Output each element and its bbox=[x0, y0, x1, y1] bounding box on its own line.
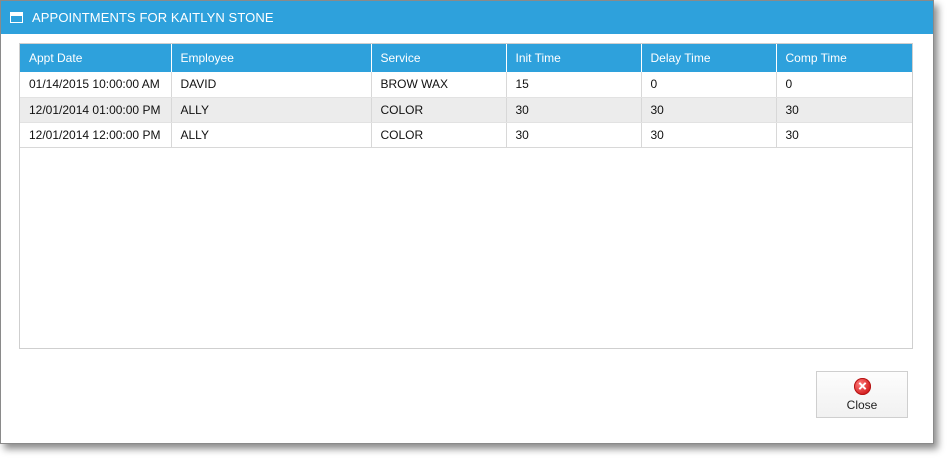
table-row[interactable]: 12/01/2014 01:00:00 PM ALLY COLOR 30 30 … bbox=[20, 97, 912, 123]
dialog-titlebar: APPOINTMENTS FOR KAITLYN STONE bbox=[1, 1, 933, 34]
column-header-employee[interactable]: Employee bbox=[171, 44, 372, 72]
table-row[interactable]: 01/14/2015 10:00:00 AM DAVID BROW WAX 15… bbox=[20, 72, 912, 98]
table-header-row: Appt Date Employee Service Init Time Del… bbox=[20, 44, 912, 72]
cell-init-time: 30 bbox=[506, 97, 642, 123]
appointments-grid: Appt Date Employee Service Init Time Del… bbox=[19, 43, 913, 349]
close-button[interactable]: Close bbox=[816, 371, 908, 418]
cell-delay-time: 0 bbox=[641, 72, 777, 98]
cell-employee: DAVID bbox=[171, 72, 372, 98]
close-button-label: Close bbox=[846, 397, 878, 412]
cell-employee: ALLY bbox=[171, 97, 372, 123]
cell-employee: ALLY bbox=[171, 122, 372, 148]
column-header-delay-time[interactable]: Delay Time bbox=[641, 44, 777, 72]
column-header-appt-date[interactable]: Appt Date bbox=[20, 44, 172, 72]
cell-init-time: 15 bbox=[506, 72, 642, 98]
table-row[interactable]: 12/01/2014 12:00:00 PM ALLY COLOR 30 30 … bbox=[20, 122, 912, 148]
cell-appt-date: 12/01/2014 01:00:00 PM bbox=[20, 97, 172, 123]
cell-service: COLOR bbox=[371, 122, 507, 148]
appointments-dialog: APPOINTMENTS FOR KAITLYN STONE Appt Date… bbox=[0, 0, 934, 444]
cell-init-time: 30 bbox=[506, 122, 642, 148]
cell-appt-date: 01/14/2015 10:00:00 AM bbox=[20, 72, 172, 98]
window-icon bbox=[10, 12, 23, 23]
column-header-comp-time[interactable]: Comp Time bbox=[776, 44, 912, 72]
cell-delay-time: 30 bbox=[641, 122, 777, 148]
column-header-init-time[interactable]: Init Time bbox=[506, 44, 642, 72]
appointments-table: Appt Date Employee Service Init Time Del… bbox=[20, 44, 912, 148]
cell-comp-time: 30 bbox=[776, 97, 912, 123]
cell-comp-time: 0 bbox=[776, 72, 912, 98]
cell-comp-time: 30 bbox=[776, 122, 912, 148]
cell-service: BROW WAX bbox=[371, 72, 507, 98]
close-circle-icon bbox=[853, 377, 871, 395]
dialog-title: APPOINTMENTS FOR KAITLYN STONE bbox=[32, 10, 274, 25]
cell-appt-date: 12/01/2014 12:00:00 PM bbox=[20, 122, 172, 148]
cell-service: COLOR bbox=[371, 97, 507, 123]
cell-delay-time: 30 bbox=[641, 97, 777, 123]
column-header-service[interactable]: Service bbox=[371, 44, 507, 72]
